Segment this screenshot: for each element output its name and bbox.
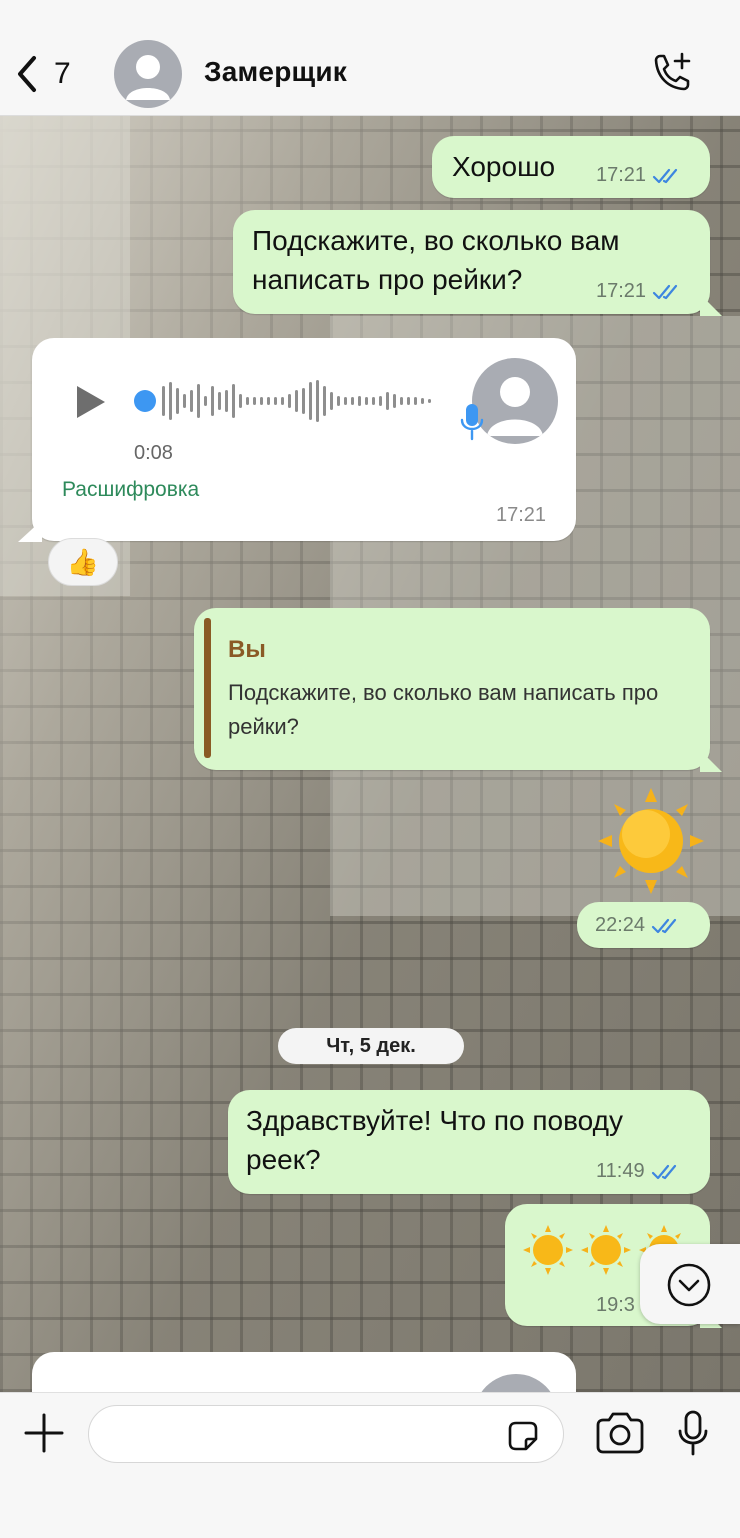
avatar[interactable] [114, 40, 182, 108]
time-label: 22:24 [595, 914, 646, 936]
quote-text: Подскажите, во сколько вам написать про … [228, 680, 659, 739]
scroll-to-bottom-button[interactable] [640, 1244, 740, 1324]
message-time: 17:21 [496, 504, 546, 527]
quote-author: Вы [228, 636, 266, 663]
time-label: 17:21 [596, 280, 647, 302]
message-outgoing[interactable]: 22:24 [577, 902, 710, 948]
message-outgoing[interactable]: Здравствуйте! Что по поводу реек? 11:49 [228, 1090, 710, 1194]
unread-count: 7 [54, 57, 71, 90]
sticker-icon[interactable] [506, 1419, 540, 1453]
message-input[interactable] [109, 1416, 499, 1454]
composer-bar [0, 1392, 740, 1538]
playback-position[interactable] [134, 390, 156, 412]
message-time: 22:24 [595, 914, 681, 937]
thumbs-up-icon: 👍 [66, 546, 100, 577]
double-check-icon [652, 284, 678, 299]
sun-emoji[interactable] [596, 786, 706, 896]
back-button[interactable]: 7 [14, 50, 84, 98]
add-call-icon[interactable] [648, 50, 694, 96]
chevron-down-icon [667, 1263, 711, 1307]
chat-header: 7 Замерщик [0, 0, 740, 116]
transcribe-link[interactable]: Расшифровка [62, 478, 199, 502]
microphone-icon[interactable] [676, 1409, 710, 1457]
message-time: 19:3 [596, 1294, 635, 1317]
person-icon [487, 377, 543, 436]
voice-duration: 0:08 [134, 442, 173, 464]
message-outgoing[interactable]: Подскажите, во сколько вам написать про … [233, 210, 710, 314]
time-label: 19:3 [596, 1294, 635, 1316]
time-label: 11:49 [596, 1160, 645, 1182]
message-outgoing[interactable]: Хорошо 17:21 [432, 136, 710, 198]
reaction-badge[interactable]: 👍 [48, 538, 118, 586]
sun-emoji [523, 1225, 573, 1275]
time-label: 17:21 [496, 504, 547, 526]
double-check-icon [651, 918, 677, 933]
double-check-icon [652, 168, 678, 183]
date-separator: Чт, 5 дек. [278, 1028, 464, 1064]
message-time: 17:21 [596, 164, 682, 187]
microphone-icon [460, 404, 484, 441]
sun-emoji [581, 1225, 631, 1275]
time-label: 17:21 [596, 164, 647, 186]
message-time: 11:49 [596, 1160, 681, 1183]
camera-icon[interactable] [594, 1411, 646, 1455]
play-icon[interactable] [74, 384, 108, 420]
person-icon [126, 55, 170, 100]
quote-bar [204, 618, 211, 758]
message-time: 17:21 [596, 280, 682, 303]
avatar [472, 358, 558, 444]
chevron-left-icon [18, 56, 36, 92]
plus-icon[interactable] [22, 1411, 66, 1455]
double-check-icon [651, 1164, 676, 1179]
contact-name[interactable]: Замерщик [204, 56, 347, 88]
message-text: Хорошо [452, 151, 556, 182]
waveform[interactable] [160, 378, 440, 424]
message-input-field[interactable] [88, 1405, 564, 1463]
